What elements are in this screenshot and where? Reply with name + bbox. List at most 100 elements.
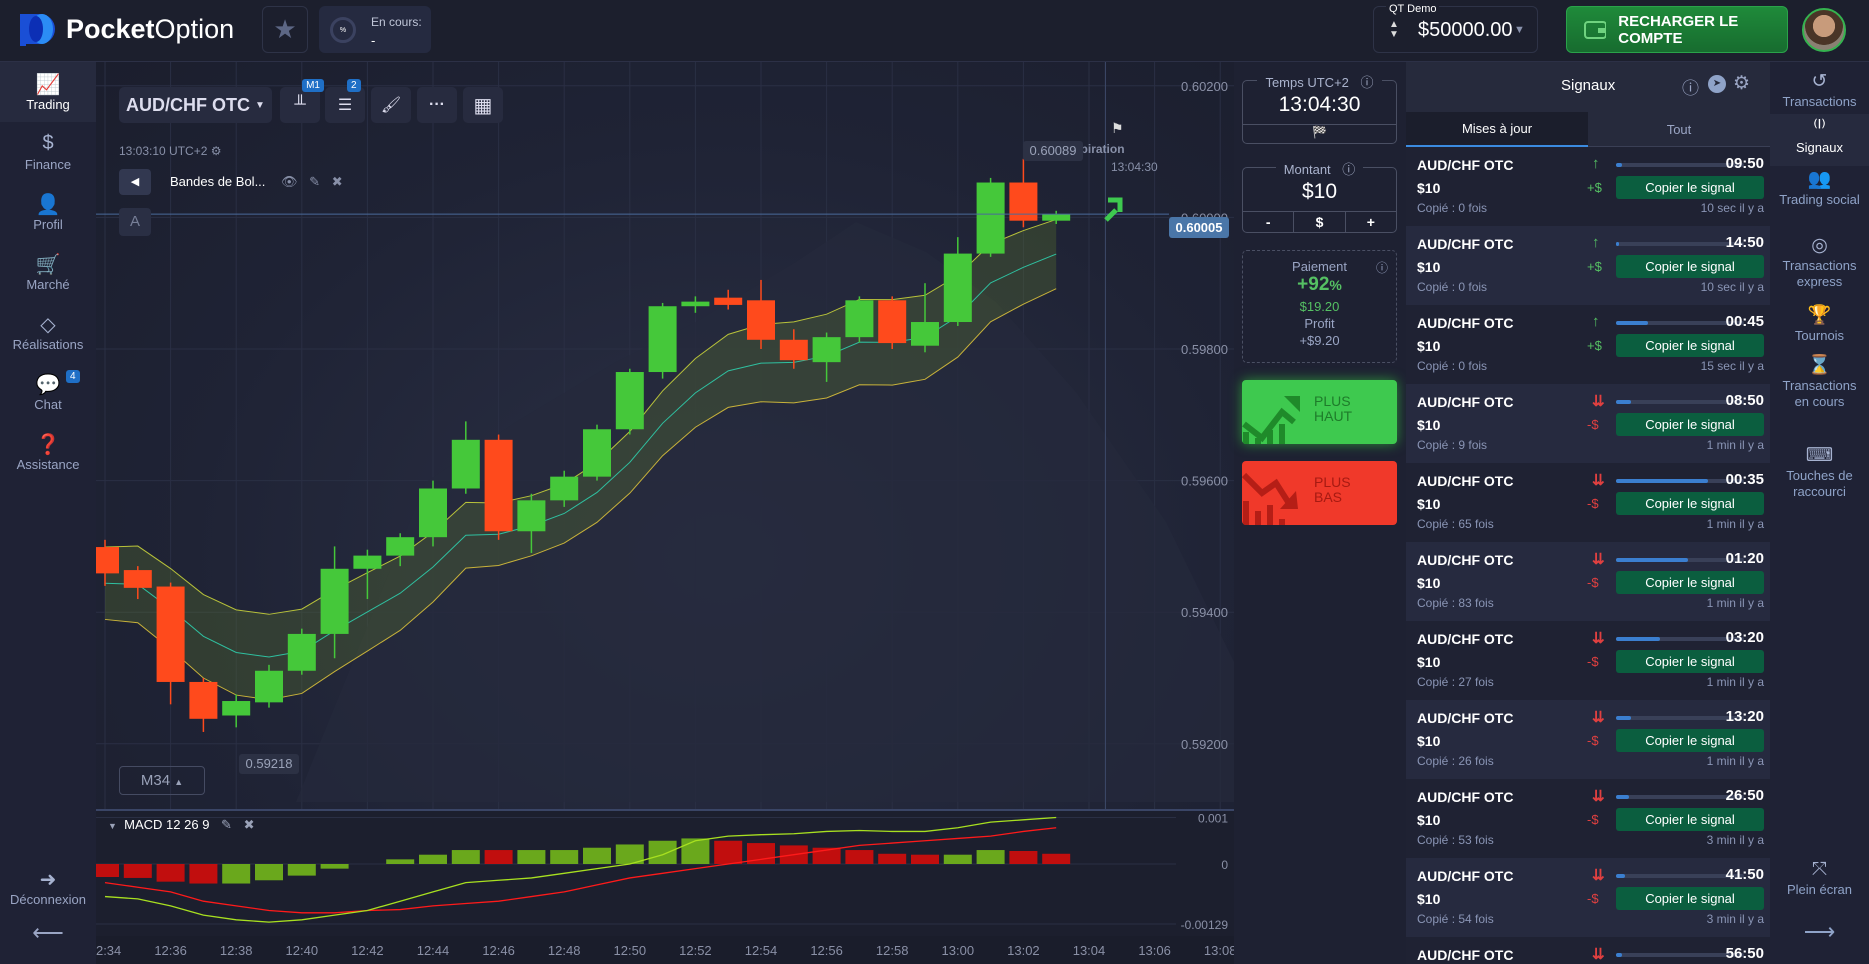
signal-progress-fill [1616,479,1709,483]
signal-item: AUD/CHF OTC ⇊ 01:20 $10 Copié : 83 fois -$ Cop… [1406,542,1770,621]
fullscreen-icon: ⤧ [1811,859,1828,880]
amount-box[interactable]: Montant ⓘ $10 - $ + [1242,162,1397,233]
price-chart[interactable]: 0.602000.600000.598000.596000.594000.592… [96,62,1234,964]
macd-y-tick-label: 0.001 [1198,812,1228,826]
sidebar-item-trading[interactable]: 📈 Trading [0,62,96,122]
buy-higher-button[interactable]: PLUS HAUT [1242,380,1397,444]
sidebar-item-marché[interactable]: 🛒 Marché [0,242,96,302]
sidebar-item-réalisations[interactable]: ◇ Réalisations [0,302,96,362]
signal-copied-count: Copié : 54 fois [1417,912,1494,926]
right-nav-signal[interactable]: ⁽ᴵ⁾ Signaux [1770,114,1869,166]
caret-down-icon[interactable]: ▼ [108,821,117,831]
users-icon: 👥 [1807,169,1832,190]
macd-histogram-bar [976,850,1005,864]
sidebar-item-assistance[interactable]: ❓ Assistance [0,422,96,482]
gear-icon[interactable]: ⚙ [1733,72,1750,95]
logo[interactable]: PocketOption [18,12,234,46]
macd-histogram-bar [583,847,611,864]
pencil-icon[interactable]: ✎ [221,817,232,832]
candle [878,300,907,344]
in-progress-widget[interactable]: % En cours: - [319,6,431,53]
copy-signal-button[interactable]: Copier le signal [1616,334,1764,357]
telegram-icon[interactable]: ➤ [1708,75,1726,93]
right-nav-hourglass[interactable]: ⌛ Transactions en cours [1770,352,1869,416]
close-icon[interactable]: ✖ [244,817,255,832]
recharge-account-button[interactable]: RECHARGER LE COMPTE [1566,6,1788,53]
candle [583,429,611,477]
copy-signal-button[interactable]: Copier le signal [1616,176,1764,199]
sidebar-item-finance[interactable]: $ Finance [0,122,96,182]
help-icon[interactable]: ⓘ [1376,259,1388,276]
gear-icon[interactable]: ⚙ [211,144,222,158]
close-icon[interactable]: ✖ [332,174,343,189]
arrow-right-icon[interactable]: ⟶ [1770,921,1869,943]
signal-direction-sign: -$ [1587,417,1599,432]
help-icon[interactable]: ⓘ [1338,162,1360,177]
checkered-flag-icon[interactable]: 🏁 [1243,124,1396,144]
copy-signal-button[interactable]: Copier le signal [1616,571,1764,594]
arrow-up-icon: ↑ [1592,313,1600,330]
candle [648,306,677,373]
arrow-left-icon[interactable]: ⟵ [0,908,96,958]
signal-amount: $10 [1417,496,1441,512]
timeframe-button[interactable]: M34 ▲ [119,766,205,795]
target-icon: ◎ [1811,235,1828,256]
signal-pair: AUD/CHF OTC [1417,868,1514,884]
layout-button[interactable]: ▦ [463,87,503,123]
amount-label: Montant [1279,162,1335,177]
collapse-indicators-button[interactable]: ◀ [119,169,151,195]
right-nav-trophy[interactable]: 🏆 Tournois [1770,302,1869,350]
buy-lower-button[interactable]: PLUS BAS [1242,461,1397,525]
eye-icon[interactable]: 👁 [281,174,298,189]
text-tool-button[interactable]: A [119,208,151,236]
right-nav-users[interactable]: 👥 Trading social [1770,166,1869,214]
copy-signal-button[interactable]: Copier le signal [1616,413,1764,436]
signal-progress-fill [1616,400,1632,404]
logout-label: Déconnexion [10,892,86,907]
copy-signal-button[interactable]: Copier le signal [1616,650,1764,673]
balance-selector[interactable]: QT Demo ▲ ▼ $50000.00 ▼ [1373,3,1538,53]
logout-icon: ➜ [39,869,57,891]
sidebar-item-profil[interactable]: 👤 Profil [0,182,96,242]
sidebar-item-chat[interactable]: 💬 Chat 4 [0,362,96,422]
right-nav-keyboard[interactable]: ⌨ Touches de raccourci [1770,442,1869,506]
right-nav-target[interactable]: ◎ Transactions express [1770,232,1869,296]
candle [123,570,152,588]
chart-area[interactable]: 0.602000.600000.598000.596000.594000.592… [96,62,1234,964]
time-box[interactable]: Temps UTC+2 ⓘ 13:04:30 🏁 [1242,75,1397,144]
macd-histogram-bar [156,864,185,882]
chart-type-button[interactable]: ╨ M1 [280,79,324,123]
currency-toggle-button[interactable]: $ [1294,212,1346,233]
fullscreen-button[interactable]: ⤧ Plein écran [1770,859,1869,898]
more-button[interactable]: ··· [417,87,457,123]
right-nav-label: Transactions [1782,94,1857,109]
y-tick-label: 0.59200 [1181,737,1228,752]
indicators-button[interactable]: ☰ 2 [325,79,365,123]
avatar[interactable] [1802,8,1846,52]
caret-left-icon: ◀ [130,176,140,188]
progress-ring-icon: % [330,17,356,43]
tab-all[interactable]: Tout [1588,112,1770,147]
signal-pair: AUD/CHF OTC [1417,710,1514,726]
decrease-amount-button[interactable]: - [1243,212,1295,233]
copy-signal-button[interactable]: Copier le signal [1616,808,1764,831]
copy-signal-button[interactable]: Copier le signal [1616,255,1764,278]
copy-signal-button[interactable]: Copier le signal [1616,887,1764,910]
signals-list[interactable]: AUD/CHF OTC ↑ 09:50 $10 Copié : 0 fois +$ Copi… [1406,147,1770,964]
asset-selector[interactable]: AUD/CHF OTC ▼ [119,87,272,123]
pencil-icon[interactable]: ✎ [309,174,320,189]
help-icon[interactable]: ⓘ [1682,74,1699,99]
help-icon[interactable]: ⓘ [1356,75,1378,90]
increase-amount-button[interactable]: + [1346,212,1396,233]
right-nav-label: Tournois [1794,328,1845,343]
signal-time-ago: 1 min il y a [1706,596,1764,610]
tab-updates[interactable]: Mises à jour [1406,112,1588,147]
amount-value[interactable]: $10 [1243,180,1396,204]
signal-duration: 00:45 [1725,313,1764,330]
copy-signal-button[interactable]: Copier le signal [1616,729,1764,752]
drawing-button[interactable]: 🖌 [371,87,411,123]
right-nav-history[interactable]: ↺ Transactions [1770,68,1869,116]
copy-signal-button[interactable]: Copier le signal [1616,492,1764,515]
favorites-button[interactable]: ★ [262,6,308,53]
expiry-time-value[interactable]: 13:04:30 [1243,93,1396,117]
